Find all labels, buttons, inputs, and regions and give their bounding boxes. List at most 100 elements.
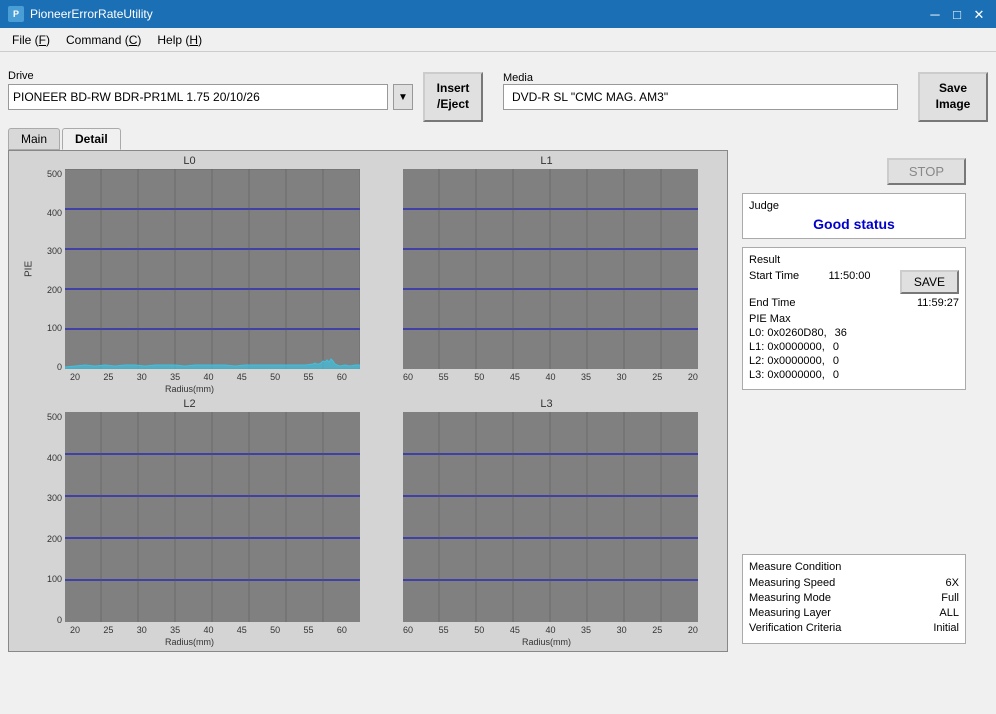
pie-max-row-3: L3: 0x0000000, 0 [749, 369, 959, 381]
judge-box: Judge Good status [742, 193, 966, 239]
drive-label: Drive [8, 70, 413, 82]
drive-section: Drive PIONEER BD-RW BDR-PR1ML 1.75 20/10… [8, 70, 413, 110]
chart-L1-yaxis [395, 169, 403, 372]
help-menu[interactable]: Help (H) [149, 31, 210, 49]
chart-L1-xticks: 605550454035302520 [395, 372, 698, 382]
measure-label: Measure Condition [749, 561, 959, 573]
content-area: L0 PIE 500 400 300 200 100 0 [8, 150, 988, 652]
chart-area: L0 PIE 500 400 300 200 100 0 [8, 150, 728, 652]
command-menu[interactable]: Command (C) [58, 31, 149, 49]
chart-L1-title: L1 [540, 155, 552, 167]
drive-select[interactable]: PIONEER BD-RW BDR-PR1ML 1.75 20/10/26 [8, 84, 388, 110]
chart-row-top: L0 PIE 500 400 300 200 100 0 [13, 155, 723, 394]
drive-row: Drive PIONEER BD-RW BDR-PR1ML 1.75 20/10… [8, 58, 988, 122]
pie-max-row-1: L1: 0x0000000, 0 [749, 341, 959, 353]
chart-L2-yaxis: 500 400 300 200 100 0 [37, 412, 65, 625]
title-bar: P PioneerErrorRateUtility ─ □ ✕ [0, 0, 996, 28]
chart-L2-title: L2 [183, 398, 195, 410]
file-menu[interactable]: File (F) [4, 31, 58, 49]
measure-val-2: ALL [939, 607, 959, 619]
chart-L0: L0 PIE 500 400 300 200 100 0 [13, 155, 366, 394]
tab-detail[interactable]: Detail [62, 128, 121, 150]
pie-max-key-2: L2: 0x0000000, [749, 355, 825, 367]
pie-max-key-3: L3: 0x0000000, [749, 369, 825, 381]
measure-key-1: Measuring Mode [749, 592, 831, 604]
pie-max-block: L0: 0x0260D80, 36 L1: 0x0000000, 0 L2: 0… [749, 327, 959, 381]
chart-L2: L2 500 400 300 200 100 0 [13, 398, 366, 647]
start-time-value: 11:50:00 [828, 270, 870, 294]
measure-val-0: 6X [946, 577, 959, 589]
chart-L3: L3 [370, 398, 723, 647]
window-controls: ─ □ ✕ [926, 5, 988, 23]
chart-L0-ylabel: PIE [22, 169, 34, 369]
stop-button[interactable]: STOP [887, 158, 966, 185]
pie-max-key-0: L0: 0x0260D80, [749, 327, 827, 339]
measure-row-1: Measuring Mode Full [749, 592, 959, 604]
measure-key-0: Measuring Speed [749, 577, 835, 589]
chart-L2-xlabel: Radius(mm) [32, 637, 347, 647]
measure-row-2: Measuring Layer ALL [749, 607, 959, 619]
save-image-button[interactable]: SaveImage [918, 72, 988, 122]
stop-wrap: STOP [742, 158, 966, 185]
tabs: Main Detail [8, 128, 988, 150]
measure-key-2: Measuring Layer [749, 607, 831, 619]
measure-key-3: Verification Criteria [749, 622, 841, 634]
save-button[interactable]: SAVE [900, 270, 959, 294]
chart-L1-svg [403, 169, 698, 372]
result-label: Result [749, 254, 959, 266]
chart-L2-xticks: 202530354045505560 [32, 625, 347, 635]
chart-L3-svg [403, 412, 698, 625]
insert-eject-button[interactable]: Insert/Eject [423, 72, 483, 122]
chart-L0-title: L0 [183, 155, 195, 167]
end-time-row: End Time 11:59:27 [749, 297, 959, 309]
window-title: PioneerErrorRateUtility [30, 7, 153, 21]
pie-max-val-3: 0 [833, 369, 839, 381]
measure-row-3: Verification Criteria Initial [749, 622, 959, 634]
chart-L0-yaxis: 500 400 300 200 100 0 [37, 169, 65, 372]
start-time-label: Start Time [749, 270, 799, 294]
chart-L2-canvas [65, 412, 360, 622]
end-time-value: 11:59:27 [917, 297, 959, 309]
chart-L3-xticks: 605550454035302520 [395, 625, 698, 635]
judge-value: Good status [749, 216, 959, 232]
chart-row-bottom: L2 500 400 300 200 100 0 [13, 398, 723, 647]
chart-L0-xticks: 202530354045505560 [32, 372, 347, 382]
chart-L3-canvas [403, 412, 698, 622]
chart-L0-svg [65, 169, 360, 372]
close-button[interactable]: ✕ [970, 5, 988, 23]
menu-bar: File (F) Command (C) Help (H) [0, 28, 996, 52]
result-box: Result Start Time 11:50:00 SAVE End Time… [742, 247, 966, 390]
pie-max-label: PIE Max [749, 313, 959, 325]
pie-max-val-1: 0 [833, 341, 839, 353]
measure-row-0: Measuring Speed 6X [749, 577, 959, 589]
top-controls: Drive PIONEER BD-RW BDR-PR1ML 1.75 20/10… [0, 52, 996, 658]
chart-L1: L1 [370, 155, 723, 394]
maximize-button[interactable]: □ [948, 5, 966, 23]
start-time-row: Start Time 11:50:00 SAVE [749, 270, 959, 294]
chart-L0-xlabel: Radius(mm) [32, 384, 347, 394]
pie-max-val-0: 36 [835, 327, 847, 339]
pie-max-val-2: 0 [833, 355, 839, 367]
media-section: Media DVD-R SL "CMC MAG. AM3" [503, 70, 898, 110]
right-panel: STOP Judge Good status Result Start Time… [734, 150, 974, 652]
spacer [742, 398, 966, 546]
drive-select-arrow[interactable]: ▼ [393, 84, 413, 110]
drive-select-wrap: PIONEER BD-RW BDR-PR1ML 1.75 20/10/26 ▼ [8, 84, 413, 110]
judge-label: Judge [749, 200, 959, 212]
measure-box: Measure Condition Measuring Speed 6X Mea… [742, 554, 966, 644]
measure-val-1: Full [941, 592, 959, 604]
pie-max-key-1: L1: 0x0000000, [749, 341, 825, 353]
media-value: DVD-R SL "CMC MAG. AM3" [503, 84, 898, 110]
chart-L1-canvas [403, 169, 698, 369]
media-label: Media [503, 72, 533, 84]
pie-max-row-2: L2: 0x0000000, 0 [749, 355, 959, 367]
end-time-label: End Time [749, 297, 795, 309]
tab-main[interactable]: Main [8, 128, 60, 150]
chart-L3-xlabel: Radius(mm) [395, 637, 698, 647]
minimize-button[interactable]: ─ [926, 5, 944, 23]
measure-val-3: Initial [933, 622, 959, 634]
app-icon: P [8, 6, 24, 22]
chart-L3-title: L3 [540, 398, 552, 410]
chart-L2-svg [65, 412, 360, 625]
chart-L0-canvas [65, 169, 360, 369]
